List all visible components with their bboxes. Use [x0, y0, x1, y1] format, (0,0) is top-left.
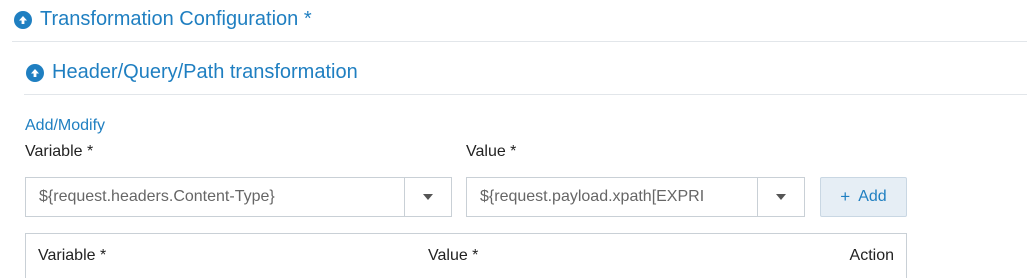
variable-label: Variable *	[25, 143, 94, 160]
value-select[interactable]: ${request.payload.xpath[EXPRI	[466, 177, 805, 217]
add-modify-title: Add/Modify	[25, 117, 106, 134]
arrow-up-circle-icon[interactable]	[14, 10, 32, 29]
add-button[interactable]: + Add	[820, 177, 907, 217]
arrow-up-circle-icon[interactable]	[26, 63, 44, 82]
variable-select-value[interactable]: ${request.headers.Content-Type}	[26, 178, 404, 216]
subsection-heading: Header/Query/Path transformation	[52, 61, 358, 83]
plus-icon: +	[840, 187, 851, 206]
value-dropdown-toggle[interactable]	[757, 178, 804, 216]
divider	[24, 94, 1027, 95]
transformation-configuration-header[interactable]: Transformation Configuration *	[14, 8, 312, 31]
variable-select[interactable]: ${request.headers.Content-Type}	[25, 177, 452, 217]
transformations-table-header: Variable * Value * Action	[25, 233, 907, 278]
variable-dropdown-toggle[interactable]	[404, 178, 451, 216]
header-query-path-header[interactable]: Header/Query/Path transformation	[26, 61, 358, 84]
value-label: Value *	[466, 143, 517, 160]
caret-down-icon	[423, 194, 433, 200]
column-header-value: Value *	[428, 247, 479, 264]
divider	[12, 41, 1027, 42]
caret-down-icon	[776, 194, 786, 200]
value-select-value[interactable]: ${request.payload.xpath[EXPRI	[467, 178, 757, 216]
column-header-action: Action	[849, 247, 894, 264]
section-title: Transformation Configuration *	[40, 8, 312, 30]
add-button-label: Add	[858, 188, 887, 205]
column-header-variable: Variable *	[38, 247, 107, 264]
transformation-configuration-panel: Transformation Configuration * Header/Qu…	[0, 0, 1027, 278]
